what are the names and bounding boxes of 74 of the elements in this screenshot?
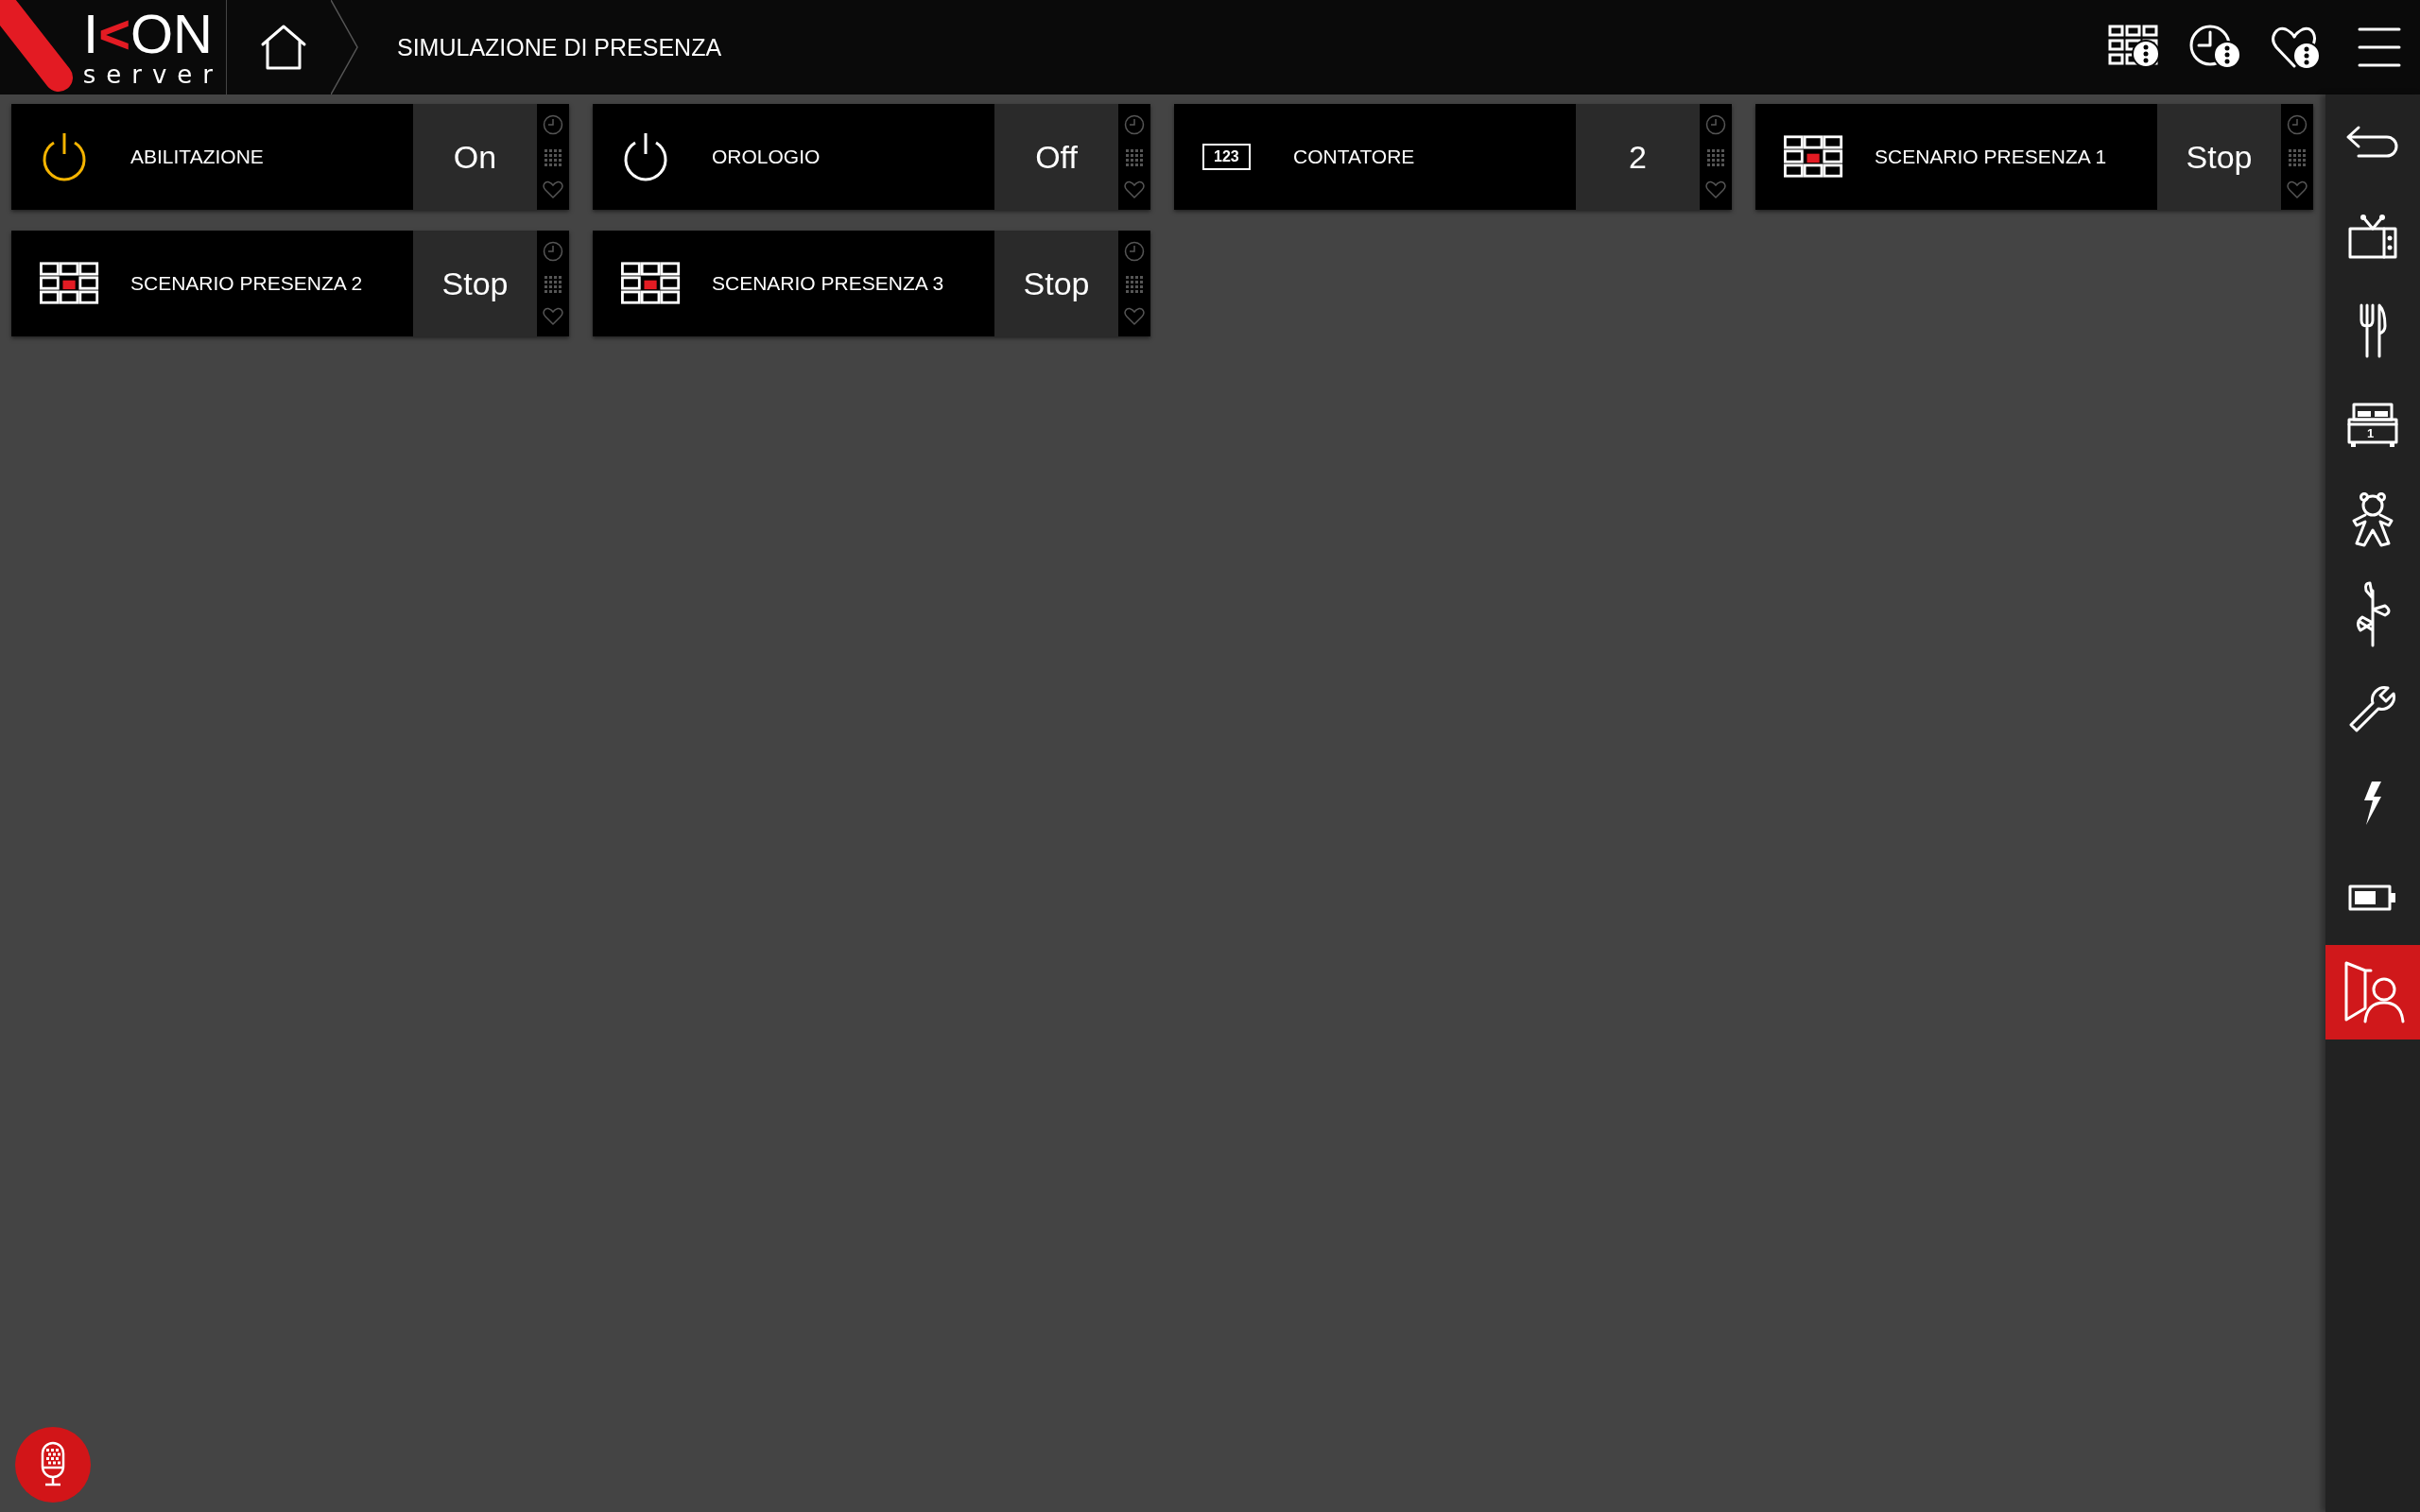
tile-label: ABILITAZIONE [130, 146, 264, 168]
tile-label: OROLOGIO [712, 146, 821, 168]
scenario-button[interactable] [544, 148, 562, 167]
clock-icon [1124, 114, 1145, 135]
home-icon [259, 24, 308, 71]
dot-grid-icon [1125, 275, 1144, 294]
logo-text: ON [130, 7, 213, 61]
back-arrow-icon [2345, 125, 2400, 159]
tile-main[interactable]: 123 CONTATORE [1174, 104, 1576, 210]
tile-main[interactable]: OROLOGIO [593, 104, 994, 210]
favorite-button[interactable] [1705, 180, 1726, 199]
tile-value-button[interactable]: Stop [413, 231, 537, 336]
dot-grid-icon [2288, 148, 2307, 167]
logo-text: I [83, 7, 99, 61]
heart-icon [543, 307, 563, 326]
cutlery-icon [2359, 303, 2387, 358]
bed-number: 1 [2367, 426, 2375, 440]
heart-icon [1124, 180, 1145, 199]
clock-icon [543, 114, 563, 135]
scenario-button[interactable] [1706, 148, 1725, 167]
battery-icon [2348, 885, 2397, 911]
tile-label: SCENARIO PRESENZA 2 [130, 272, 363, 295]
timer-button[interactable] [1705, 114, 1726, 135]
favorite-button[interactable] [543, 180, 563, 199]
favorite-button[interactable] [2287, 180, 2308, 199]
favorite-button[interactable] [1124, 307, 1145, 326]
heart-icon [543, 180, 563, 199]
dot-grid-icon [1125, 148, 1144, 167]
favorite-button[interactable] [543, 307, 563, 326]
tile-main[interactable]: ABILITAZIONE [11, 104, 413, 210]
timer-button[interactable] [2287, 114, 2308, 135]
tile-value-button[interactable]: 2 [1576, 104, 1700, 210]
tile-label: CONTATORE [1293, 146, 1415, 168]
logo-stripe-icon [0, 0, 76, 94]
clock-icon [1705, 114, 1726, 135]
tv-icon [2348, 214, 2397, 259]
timer-button[interactable] [543, 241, 563, 262]
scenario-grid-icon [40, 261, 100, 306]
menu-icon [2358, 26, 2401, 68]
tile-value-button[interactable]: Off [994, 104, 1118, 210]
scenario-button[interactable] [544, 275, 562, 294]
scenario-button[interactable] [1125, 148, 1144, 167]
scenario-button[interactable] [2288, 148, 2307, 167]
clock-icon [2287, 114, 2308, 135]
tile-main[interactable]: SCENARIO PRESENZA 1 [1755, 104, 2157, 210]
tile-value-button[interactable]: On [413, 104, 537, 210]
tile-label: SCENARIO PRESENZA 1 [1875, 146, 2107, 168]
tile-main[interactable]: SCENARIO PRESENZA 2 [11, 231, 413, 336]
scenario-grid-icon [621, 261, 682, 306]
dot-grid-icon [544, 275, 562, 294]
page-title: SIMULAZIONE DI PRESENZA [397, 33, 722, 61]
clock-icon [543, 241, 563, 262]
scenario-button[interactable] [1125, 275, 1144, 294]
logo-accent: < [98, 7, 130, 61]
sidebar-item[interactable]: 1 [2325, 378, 2420, 472]
favorite-button[interactable] [1124, 180, 1145, 199]
tile-value-button[interactable]: Stop [994, 231, 1118, 336]
dot-grid-icon [1706, 148, 1725, 167]
clock-icon [1124, 241, 1145, 262]
timer-button[interactable] [1124, 241, 1145, 262]
logo-subtitle: server [82, 61, 223, 88]
timer-button[interactable] [543, 114, 563, 135]
heart-icon [1705, 180, 1726, 199]
heart-icon [2287, 180, 2308, 199]
tile-label: SCENARIO PRESENZA 3 [712, 272, 944, 295]
dot-grid-icon [544, 148, 562, 167]
wrench-icon [2348, 684, 2397, 733]
counter-icon: 123 [1202, 144, 1251, 170]
scenario-grid-icon [1784, 134, 1844, 180]
tile-value-button[interactable]: Stop [2157, 104, 2281, 210]
heart-icon [1124, 307, 1145, 326]
tile-main[interactable]: SCENARIO PRESENZA 3 [593, 231, 994, 336]
timer-button[interactable] [1124, 114, 1145, 135]
bed-icon [2346, 402, 2399, 449]
